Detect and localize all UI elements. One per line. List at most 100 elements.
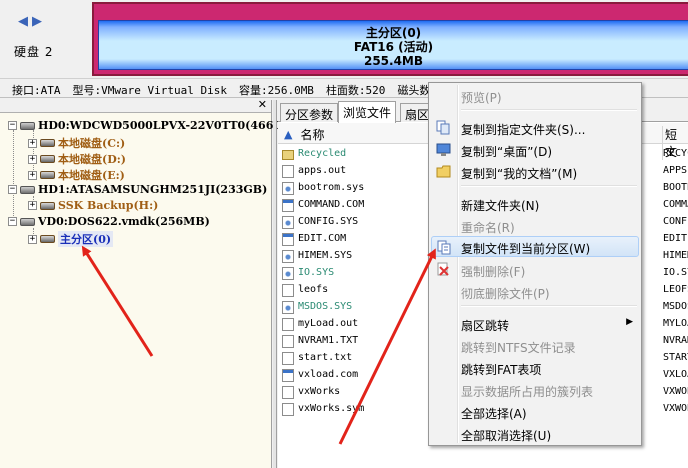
volume-icon bbox=[40, 235, 55, 243]
delete-icon bbox=[437, 262, 449, 276]
menu-item-preview[interactable]: 预览(P) bbox=[431, 85, 639, 106]
capacity-info: 容量:256.0MB bbox=[238, 84, 314, 97]
file-name: leofs bbox=[298, 284, 329, 295]
next-disk-arrow-icon[interactable]: ▶ bbox=[32, 15, 42, 28]
column-name[interactable]: ▲ 名称 bbox=[284, 126, 324, 143]
menu-item-label: 显示数据所占用的簇列表 bbox=[461, 385, 594, 399]
tree-node-label: VD0:DOS622.vmdk(256MB) bbox=[38, 215, 210, 228]
file-short-name: VXLOA bbox=[663, 369, 688, 380]
tree-node-volume-c[interactable]: + 本地磁盘(C:) bbox=[28, 135, 125, 151]
menu-item-jump-fat[interactable]: 跳转到FAT表项 bbox=[431, 357, 639, 378]
menu-item-rename[interactable]: 重命名(R) bbox=[431, 215, 639, 236]
file-name: IO.SYS bbox=[298, 267, 335, 278]
column-name-label: 名称 bbox=[300, 128, 325, 142]
file-name: CONFIG.SYS bbox=[298, 216, 359, 227]
menu-item-new-folder[interactable]: 新建文件夹(N) bbox=[431, 193, 639, 214]
menu-item-label: 扇区跳转 bbox=[461, 319, 510, 333]
menu-item-copy-to-documents[interactable]: 复制到“我的文档”(M) bbox=[431, 161, 639, 182]
file-name: myLoad.out bbox=[298, 318, 359, 329]
file-name: Recycled bbox=[298, 148, 347, 159]
menu-item-show-clusters[interactable]: 显示数据所占用的簇列表 bbox=[431, 379, 639, 400]
file-name: bootrom.sys bbox=[298, 182, 365, 193]
file-short-name: APPS. bbox=[663, 165, 688, 176]
menu-separator bbox=[461, 185, 637, 187]
menu-item-copy-to-desktop[interactable]: 复制到“桌面”(D) bbox=[431, 139, 639, 160]
submenu-arrow-icon: ▶ bbox=[626, 317, 633, 327]
volume-icon bbox=[40, 201, 55, 210]
menu-item-label: 新建文件夹(N) bbox=[461, 199, 540, 213]
tab-partition-params[interactable]: 分区参数 bbox=[280, 103, 339, 122]
file-short-name: CONFI bbox=[663, 216, 688, 227]
disk-nav: ◀ ▶ bbox=[18, 15, 42, 28]
collapse-icon[interactable]: − bbox=[8, 185, 17, 194]
system-file-icon bbox=[282, 250, 294, 263]
disk-label: 硬盘 2 bbox=[14, 45, 54, 59]
menu-item-sector-jump[interactable]: 扇区跳转 ▶ bbox=[431, 313, 639, 334]
volume-icon bbox=[40, 155, 55, 163]
documents-folder-icon bbox=[436, 165, 451, 178]
menu-item-deselect-all[interactable]: 全部取消选择(U) bbox=[431, 423, 639, 444]
file-icon bbox=[282, 165, 294, 178]
tree-node-vd0[interactable]: − VD0:DOS622.vmdk(256MB) bbox=[8, 215, 210, 228]
prev-disk-arrow-icon[interactable]: ◀ bbox=[18, 15, 28, 28]
menu-item-select-all[interactable]: 全部选择(A) bbox=[431, 401, 639, 422]
file-name: HIMEM.SYS bbox=[298, 250, 353, 261]
hard-disk-icon bbox=[20, 121, 35, 130]
menu-item-jump-ntfs[interactable]: 跳转到NTFS文件记录 bbox=[431, 335, 639, 356]
tree-node-volume-d[interactable]: + 本地磁盘(D:) bbox=[28, 151, 126, 167]
partition-block[interactable]: 主分区(0) FAT16 (活动) 255.4MB bbox=[98, 20, 688, 70]
file-short-name: START bbox=[663, 352, 688, 363]
tree-node-hd0[interactable]: − HD0:WDCWD5000LPVX-22V0TT0(466GB) bbox=[8, 119, 297, 132]
menu-item-label: 强制删除(F) bbox=[461, 265, 526, 279]
close-icon[interactable]: ✕ bbox=[258, 98, 267, 111]
tree-node-volume-h[interactable]: + SSK Backup(H:) bbox=[28, 199, 158, 212]
expand-icon[interactable]: + bbox=[28, 138, 37, 148]
tree-node-primary-partition[interactable]: + 主分区(0) bbox=[28, 231, 114, 247]
collapse-icon[interactable]: − bbox=[8, 121, 17, 130]
text-file-icon bbox=[282, 352, 294, 365]
expand-icon[interactable]: + bbox=[28, 234, 37, 244]
file-icon bbox=[282, 386, 294, 399]
file-name: apps.out bbox=[298, 165, 347, 176]
disk-bar[interactable]: 主分区(0) FAT16 (活动) 255.4MB bbox=[92, 2, 688, 76]
tree-node-label: SSK Backup(H:) bbox=[58, 199, 159, 212]
menu-item-label: 跳转到FAT表项 bbox=[461, 363, 542, 377]
expand-icon[interactable]: + bbox=[28, 201, 37, 210]
menu-item-copy-to-folder[interactable]: 复制到指定文件夹(S)... bbox=[431, 117, 639, 138]
expand-icon[interactable]: + bbox=[28, 154, 37, 164]
tree-node-label: 本地磁盘(D:) bbox=[58, 153, 127, 166]
menu-item-label: 预览(P) bbox=[461, 91, 502, 105]
file-short-name: IO.SY bbox=[663, 267, 688, 278]
file-name: MSDOS.SYS bbox=[298, 301, 353, 312]
file-short-name: HIMEM bbox=[663, 250, 688, 261]
panel-splitter[interactable] bbox=[273, 100, 277, 468]
partition-size: 255.4MB bbox=[363, 54, 424, 68]
file-short-name: BOOTR bbox=[663, 182, 688, 193]
tree-node-label: HD0:WDCWD5000LPVX-22V0TT0(466GB) bbox=[38, 119, 298, 132]
tree-node-label: HD1:ATASAMSUNGHM251JI(233GB) bbox=[38, 183, 268, 196]
folder-icon bbox=[282, 150, 294, 160]
menu-item-wipe-delete[interactable]: 彻底删除文件(P) bbox=[431, 281, 639, 302]
tree-node-hd1[interactable]: − HD1:ATASAMSUNGHM251JI(233GB) bbox=[8, 183, 267, 196]
file-short-name: EDIT. bbox=[663, 233, 688, 244]
up-folder-icon[interactable]: ▲ bbox=[284, 128, 292, 141]
menu-item-copy-to-current-partition[interactable]: 复制文件到当前分区(W) bbox=[431, 236, 639, 257]
file-short-name: VXWOR bbox=[663, 386, 688, 397]
menu-item-label: 复制到“桌面”(D) bbox=[461, 145, 553, 159]
menu-item-label: 跳转到NTFS文件记录 bbox=[461, 341, 576, 355]
file-icon bbox=[282, 318, 294, 331]
menu-separator bbox=[461, 305, 637, 307]
file-name: EDIT.COM bbox=[298, 233, 347, 244]
tree-node-volume-e[interactable]: + 本地磁盘(E:) bbox=[28, 167, 125, 183]
disk-map-area: ◀ ▶ 硬盘 2 主分区(0) FAT16 (活动) 255.4MB bbox=[0, 0, 688, 78]
expand-icon[interactable]: + bbox=[28, 170, 37, 180]
executable-icon bbox=[282, 369, 294, 382]
file-name: COMMAND.COM bbox=[298, 199, 365, 210]
collapse-icon[interactable]: − bbox=[8, 217, 17, 226]
volume-icon bbox=[40, 139, 55, 147]
file-name: NVRAM1.TXT bbox=[298, 335, 359, 346]
context-menu: 预览(P) 复制到指定文件夹(S)... 复制到“桌面”(D) 复制到“我的文档… bbox=[428, 82, 642, 446]
executable-icon bbox=[282, 233, 294, 246]
menu-item-force-delete[interactable]: 强制删除(F) bbox=[431, 259, 639, 280]
tab-browse-files[interactable]: 浏览文件 bbox=[338, 101, 397, 123]
